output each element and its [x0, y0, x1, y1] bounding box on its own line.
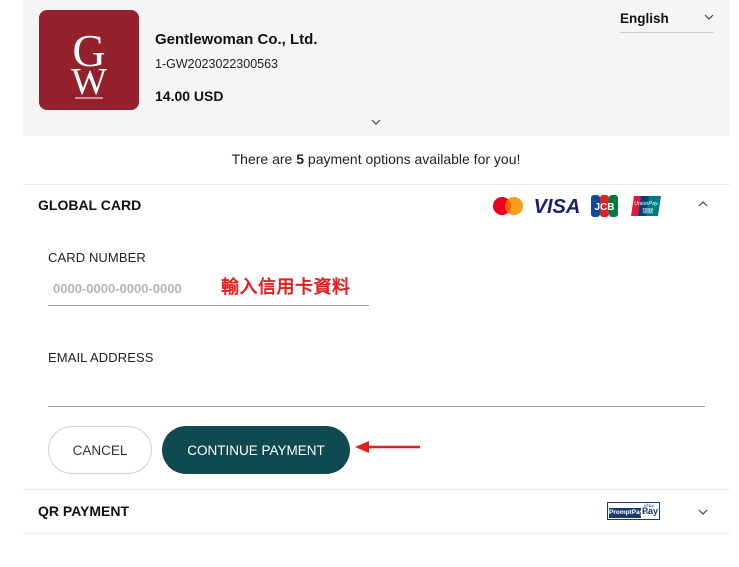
promptpay-logo: พร้อมเพย์ PromptPay Pay — [607, 502, 660, 520]
gw-monogram-icon: G W — [71, 25, 107, 103]
global-card-title[interactable]: GLOBAL CARD — [38, 197, 141, 213]
merchant-name: Gentlewoman Co., Ltd. — [155, 31, 318, 48]
email-address-input[interactable] — [48, 378, 705, 404]
annotation-enter-card-info: 輸入信用卡資料 — [221, 277, 351, 298]
unionpay-icon: UnionPay 银联 — [631, 196, 661, 216]
payment-options-notice: There are 5 payment options available fo… — [231, 151, 521, 167]
email-address-label: EMAIL ADDRESS — [48, 350, 154, 365]
mastercard-icon — [493, 197, 523, 215]
language-select[interactable]: English — [620, 8, 714, 33]
qr-payment-title[interactable]: QR PAYMENT — [38, 503, 129, 519]
payment-options-count: 5 — [296, 151, 305, 167]
order-amount: 14.00 USD — [155, 88, 224, 104]
svg-text:JCB: JCB — [594, 202, 614, 213]
divider — [23, 489, 730, 490]
svg-text:W: W — [71, 61, 107, 103]
continue-payment-button[interactable]: CONTINUE PAYMENT — [162, 426, 350, 474]
annotation-arrow-icon — [355, 441, 420, 453]
cancel-button[interactable]: CANCEL — [48, 426, 152, 474]
chevron-down-icon[interactable] — [698, 509, 708, 516]
jcb-icon: JCB — [591, 195, 618, 217]
svg-text:VISA: VISA — [534, 196, 581, 218]
visa-icon: VISA — [534, 196, 581, 218]
chevron-up-icon[interactable] — [698, 200, 708, 207]
language-selected: English — [620, 11, 669, 26]
divider — [23, 184, 730, 185]
divider — [23, 533, 730, 534]
card-number-underline — [48, 305, 369, 306]
order-id: 1-GW2023022300563 — [155, 57, 279, 71]
card-brand-logos: VISA JCB UnionPay 银联 — [491, 194, 661, 218]
card-number-label: CARD NUMBER — [48, 250, 146, 265]
card-number-input[interactable] — [48, 276, 208, 300]
expand-details-chevron-icon[interactable] — [371, 119, 381, 126]
chevron-down-icon — [704, 14, 714, 20]
svg-text:UnionPay: UnionPay — [634, 201, 659, 207]
svg-text:银联: 银联 — [642, 207, 654, 215]
email-address-underline — [48, 406, 705, 407]
merchant-header: G W Gentlewoman Co., Ltd. 1-GW2023022300… — [23, 0, 730, 136]
merchant-logo: G W — [39, 10, 139, 110]
